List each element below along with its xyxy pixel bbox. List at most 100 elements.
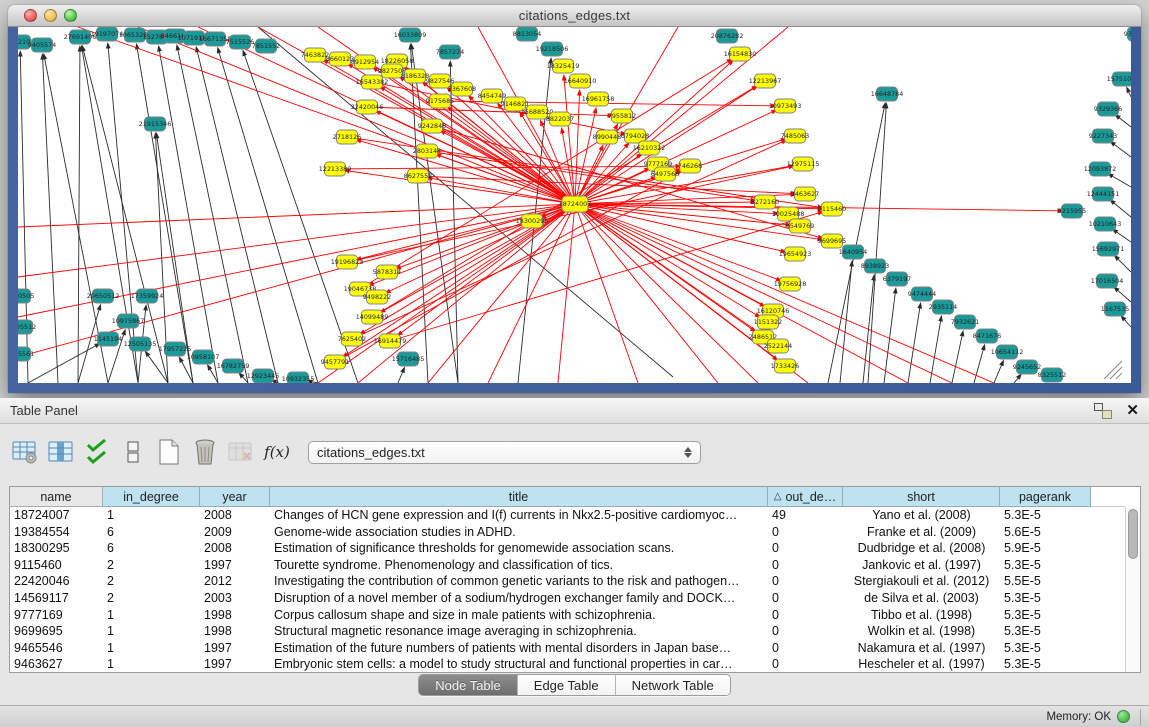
graph-node[interactable]: 9699695 <box>818 234 846 248</box>
graph-node[interactable]: 19196823 <box>331 255 364 269</box>
graph-node[interactable]: 9474444 <box>908 287 936 301</box>
graph-edge[interactable] <box>1113 144 1131 157</box>
graph-node[interactable]: 8912954 <box>351 55 379 69</box>
graph-node[interactable]: 16640910 <box>564 74 597 88</box>
graph-edge[interactable] <box>148 355 168 383</box>
graph-edge[interactable] <box>575 204 758 383</box>
graph-edge[interactable] <box>908 307 920 383</box>
graph-edge[interactable] <box>884 292 895 383</box>
graph-node[interactable]: 9242848 <box>418 119 446 133</box>
graph-node[interactable]: 12213389 <box>319 162 352 176</box>
graph-node[interactable]: 8822037 <box>546 112 574 126</box>
column-header-name[interactable]: name <box>10 487 103 507</box>
graph-node[interactable]: 8938923 <box>861 259 889 273</box>
graph-node[interactable]: 7515526 <box>226 35 254 49</box>
graph-node[interactable]: 1145194 <box>94 332 122 346</box>
graph-node[interactable]: 10210643 <box>1089 217 1122 231</box>
tab-edge-table[interactable]: Edge Table <box>518 675 616 695</box>
scrollbar-thumb[interactable] <box>1128 509 1138 559</box>
graph-edge[interactable] <box>1117 290 1131 302</box>
graph-node[interactable]: 6379197 <box>883 272 911 286</box>
graph-node[interactable]: 17359924 <box>131 289 164 303</box>
delete-table-icon[interactable] <box>226 436 256 468</box>
table-row[interactable]: 1938455462009Genome-wide association stu… <box>10 524 1125 541</box>
table-row[interactable]: 969969511998Structural magnetic resonanc… <box>10 623 1125 640</box>
graph-edge[interactable] <box>1116 231 1131 242</box>
graph-node[interactable]: 9498222 <box>363 290 391 304</box>
graph-node[interactable]: 9549769 <box>786 219 814 233</box>
tab-node-table[interactable]: Node Table <box>419 675 518 695</box>
graph-node[interactable]: 9227343 <box>1089 129 1117 143</box>
graph-node[interactable]: 9405574 <box>28 38 56 52</box>
graph-node[interactable]: 2935114 <box>929 300 957 314</box>
table-dropdown[interactable]: citations_edges.txt <box>308 441 701 464</box>
canvas-resize-grip-icon[interactable] <box>1104 361 1122 379</box>
graph-node[interactable]: 19654923 <box>779 247 812 261</box>
float-panel-icon[interactable] <box>1094 403 1112 419</box>
graph-node[interactable]: 16782759 <box>217 359 250 373</box>
graph-node[interactable]: 15716485 <box>392 352 425 366</box>
graph-edge[interactable] <box>198 27 575 204</box>
graph-node[interactable]: 10932355 <box>282 372 315 383</box>
graph-node[interactable]: 12213967 <box>749 74 782 88</box>
graph-node[interactable]: 8215955 <box>1058 204 1086 218</box>
graph-edge[interactable] <box>28 345 97 383</box>
table-row[interactable]: 946554611997Estimation of the future num… <box>10 640 1125 657</box>
graph-node[interactable]: 9379866 <box>1124 27 1131 41</box>
window-titlebar[interactable]: citations_edges.txt <box>8 5 1141 27</box>
graph-node[interactable]: 15751074 <box>1107 72 1131 86</box>
graph-node[interactable]: 8325512 <box>1038 368 1066 382</box>
selection-mode-icon[interactable] <box>82 436 112 468</box>
graph-node[interactable]: 7851552 <box>252 39 280 53</box>
graph-node[interactable]: 1733426 <box>771 359 799 373</box>
graph-node[interactable]: 8471676 <box>973 329 1001 343</box>
graph-node[interactable]: 7955812 <box>608 109 636 123</box>
function-builder-icon[interactable]: f(x) <box>262 436 292 468</box>
graph-node[interactable]: 18724007 <box>559 196 592 212</box>
graph-edge[interactable] <box>575 111 773 204</box>
memory-ok-icon[interactable] <box>1117 710 1130 723</box>
graph-edge[interactable] <box>1124 319 1131 327</box>
graph-edge[interactable] <box>398 371 403 383</box>
delete-columns-icon[interactable] <box>190 436 220 468</box>
table-row[interactable]: 1872400712008Changes of HCN gene express… <box>10 507 1125 524</box>
graph-edge[interactable] <box>1111 176 1131 187</box>
graph-node[interactable]: 16648784 <box>871 87 904 101</box>
graph-node[interactable]: 2803144 <box>413 144 441 158</box>
graph-node[interactable]: 12975115 <box>787 157 820 171</box>
column-header-out_degree[interactable]: △out_de… <box>768 487 843 507</box>
graph-edge[interactable] <box>840 265 852 383</box>
graph-edge[interactable] <box>564 79 575 204</box>
zoom-window-icon[interactable] <box>64 9 77 22</box>
graph-node[interactable]: 2522144 <box>764 339 792 353</box>
graph-node[interactable]: 2367608 <box>448 82 476 96</box>
graph-edge[interactable] <box>575 204 638 383</box>
graph-edge[interactable] <box>1117 258 1131 272</box>
graph-node[interactable]: 15692971 <box>1092 242 1125 256</box>
graph-edge[interactable] <box>868 107 886 383</box>
column-header-year[interactable]: year <box>200 487 270 507</box>
graph-node[interactable]: 7932621 <box>951 315 979 329</box>
graph-node[interactable]: 20876282 <box>711 29 744 43</box>
graph-node[interactable]: 746266 <box>678 159 702 173</box>
tab-network-table[interactable]: Network Table <box>616 675 730 695</box>
graph-edge[interactable] <box>78 50 80 383</box>
graph-node[interactable]: 16914479 <box>374 334 407 348</box>
graph-edge[interactable] <box>219 51 318 383</box>
create-column-icon[interactable] <box>154 436 184 468</box>
table-row[interactable]: 1830029562008Estimation of significance … <box>10 540 1125 557</box>
graph-node[interactable]: 7485063 <box>781 129 809 143</box>
graph-node[interactable]: 1167535 <box>1101 302 1129 316</box>
graph-node[interactable]: 9115460 <box>818 202 846 216</box>
citation-graph[interactable]: 9462102940557427691406191970741065328715… <box>18 27 1131 383</box>
graph-node[interactable]: 1640954 <box>839 245 867 259</box>
vertical-scrollbar[interactable] <box>1125 507 1140 672</box>
graph-edge[interactable] <box>1113 202 1131 217</box>
graph-node[interactable]: 17016504 <box>1091 274 1124 288</box>
column-header-in_degree[interactable]: in_degree <box>103 487 200 507</box>
show-columns-icon[interactable] <box>46 436 76 468</box>
column-header-title[interactable]: title <box>270 487 768 507</box>
graph-node[interactable]: 9355561 <box>18 347 34 361</box>
graph-node[interactable]: 6497568 <box>651 167 679 181</box>
graph-node[interactable]: 9505512 <box>18 320 36 334</box>
